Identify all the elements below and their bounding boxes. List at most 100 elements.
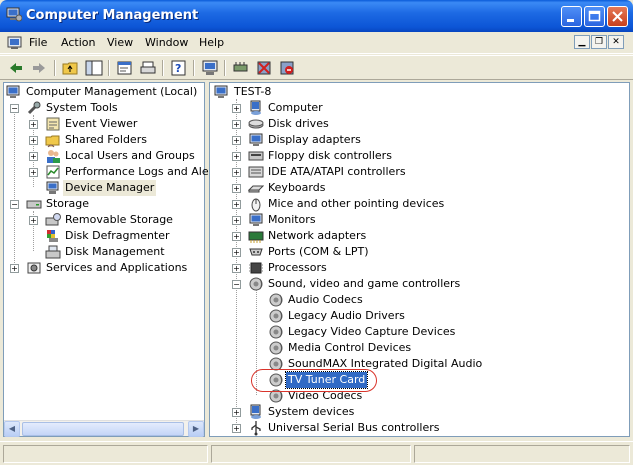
print-icon[interactable] (138, 59, 158, 77)
event-viewer-icon (46, 117, 60, 131)
sound-icon (269, 309, 283, 323)
expand-expander[interactable]: + (29, 168, 38, 177)
display-adapter-icon (249, 133, 263, 146)
menu-bar: File Action View Window Help (0, 32, 633, 54)
monitor-icon (249, 213, 263, 226)
up-folder-icon[interactable] (61, 59, 81, 77)
toolbar: ? (0, 55, 633, 80)
left-horizontal-scrollbar[interactable]: ◀ ▶ (4, 420, 204, 437)
expand-expander[interactable]: + (232, 120, 241, 129)
menu-view[interactable]: View (107, 36, 133, 49)
expand-expander[interactable]: + (232, 184, 241, 193)
system-device-icon (250, 404, 261, 419)
network-adapter-icon (248, 231, 264, 243)
expand-expander[interactable]: + (232, 216, 241, 225)
system-tools-icon (27, 101, 41, 115)
close-icon: ✕ (612, 37, 620, 47)
window-title: Computer Management (26, 8, 199, 23)
computer-management-icon (6, 85, 20, 98)
mdi-close-button[interactable]: ✕ (608, 35, 624, 49)
collapse-expander[interactable]: − (232, 280, 241, 289)
minimize-icon (567, 19, 574, 22)
keyboard-icon (248, 185, 264, 193)
maximize-button[interactable] (584, 6, 605, 27)
sound-icon (269, 293, 283, 307)
menu-window[interactable]: Window (145, 36, 188, 49)
sound-icon (269, 341, 283, 355)
minimize-icon: ▁ (578, 37, 586, 47)
expand-expander[interactable]: + (232, 152, 241, 161)
computer-icon[interactable] (200, 59, 220, 77)
restore-icon: ❐ (594, 37, 604, 47)
mdi-minimize-button[interactable]: ▁ (574, 35, 590, 49)
status-cell-3 (414, 445, 630, 463)
scrollbar-thumb[interactable] (22, 422, 184, 436)
expand-expander[interactable]: + (232, 200, 241, 209)
collapse-expander[interactable]: − (10, 104, 19, 113)
properties-icon[interactable] (115, 59, 135, 77)
menu-action[interactable]: Action (61, 36, 95, 49)
expand-expander[interactable]: + (10, 264, 19, 273)
expand-expander[interactable]: + (29, 120, 38, 129)
svg-text:?: ? (175, 62, 181, 75)
status-bar (0, 441, 633, 465)
collapse-expander[interactable]: − (10, 200, 19, 209)
expand-expander[interactable]: + (29, 216, 38, 225)
users-icon (47, 150, 60, 163)
expand-expander[interactable]: + (232, 136, 241, 145)
scroll-left-button[interactable]: ◀ (4, 421, 20, 437)
status-cell-1 (3, 445, 208, 463)
minimize-button[interactable] (561, 6, 582, 27)
menu-help[interactable]: Help (199, 36, 224, 49)
expand-expander[interactable]: + (232, 248, 241, 257)
computer-management-icon (6, 7, 22, 22)
mmc-menu-icon[interactable] (7, 35, 23, 51)
annotation-highlight-ring (251, 369, 377, 392)
expand-expander[interactable]: + (232, 264, 241, 273)
expand-expander[interactable]: + (29, 152, 38, 161)
scroll-right-button[interactable]: ▶ (188, 421, 204, 437)
expand-expander[interactable]: + (232, 104, 241, 113)
ide-controller-icon (248, 166, 264, 178)
sound-icon (249, 277, 263, 291)
console-tree-pane[interactable]: Computer Management (Local) − System Too… (3, 82, 223, 437)
menu-file[interactable]: File (29, 36, 47, 49)
disk-drive-icon (248, 119, 264, 129)
shared-folders-icon (45, 135, 60, 148)
device-manager-icon (46, 181, 59, 194)
expand-expander[interactable]: + (232, 408, 241, 417)
storage-icon (26, 200, 42, 209)
floppy-controller-icon (248, 151, 264, 161)
expand-expander[interactable]: + (232, 232, 241, 241)
status-cell-2 (211, 445, 411, 463)
sound-icon (269, 325, 283, 339)
expand-expander[interactable]: + (29, 136, 38, 145)
help-icon[interactable]: ? (169, 59, 189, 77)
disk-management-icon (45, 245, 61, 259)
chevron-left-icon: ◀ (8, 424, 16, 433)
services-icon (27, 262, 41, 274)
title-bar[interactable]: Computer Management (0, 0, 633, 32)
port-icon (249, 248, 263, 256)
removable-storage-icon (45, 213, 61, 226)
maximize-icon (588, 10, 601, 22)
expand-expander[interactable]: + (232, 168, 241, 177)
expand-expander[interactable]: + (232, 424, 241, 433)
computer-icon (214, 85, 228, 98)
show-hide-tree-icon[interactable] (84, 59, 104, 77)
disk-defragmenter-icon (47, 230, 58, 242)
forward-icon[interactable] (29, 59, 49, 77)
close-button[interactable] (607, 6, 628, 27)
mdi-restore-button[interactable]: ❐ (591, 35, 607, 49)
back-icon[interactable] (6, 59, 26, 77)
chevron-right-icon: ▶ (192, 424, 200, 433)
performance-logs-icon (46, 165, 60, 179)
uninstall-device-icon[interactable] (254, 59, 274, 77)
disable-device-icon[interactable] (277, 59, 297, 77)
usb-icon (251, 421, 261, 436)
scan-hardware-icon[interactable] (231, 59, 251, 77)
mouse-icon (251, 198, 261, 212)
close-icon (612, 11, 623, 22)
processor-icon (249, 262, 263, 274)
computer-icon (250, 100, 261, 115)
